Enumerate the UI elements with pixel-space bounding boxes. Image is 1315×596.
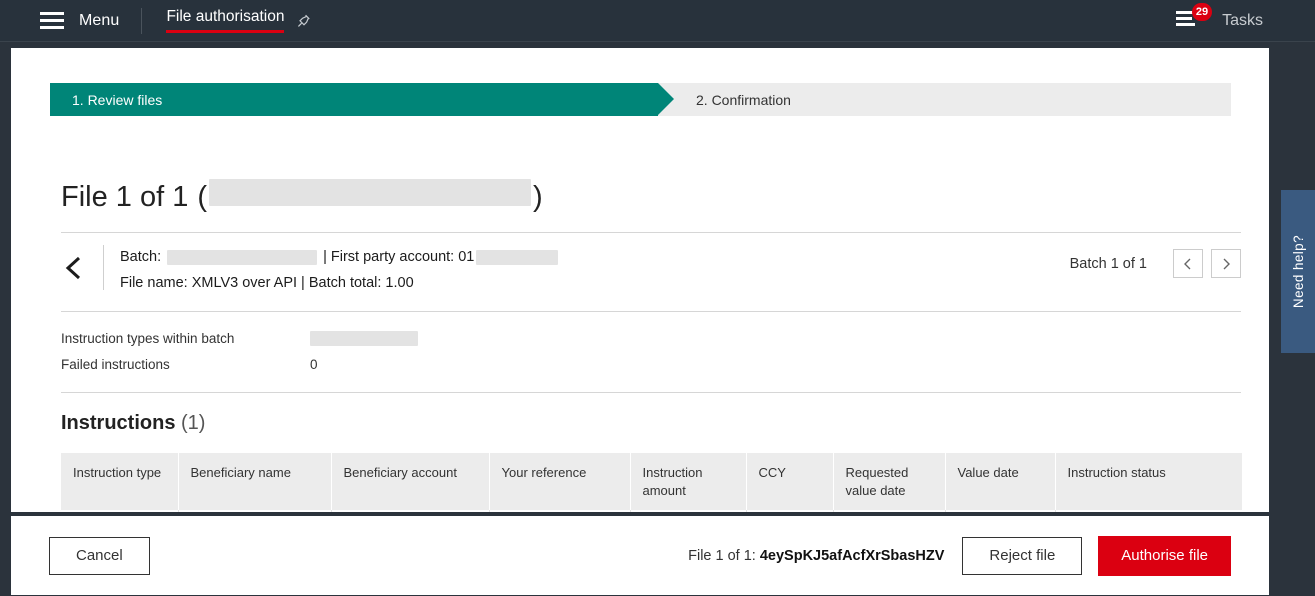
column-header-beneficiary-account[interactable]: Beneficiary account (331, 453, 490, 511)
step-confirmation: 2. Confirmation (658, 83, 1231, 116)
footer-right-group: File 1 of 1: 4eySpKJ5afAcfXrSbasHZV Reje… (688, 535, 1231, 576)
batch-info: Batch: | First party account: 01 File na… (120, 245, 559, 291)
batch-id-redacted (167, 249, 318, 265)
first-party-account-redacted (476, 249, 559, 265)
instructions-table: Instruction type Beneficiary name Benefi… (61, 453, 1242, 512)
hamburger-icon[interactable] (40, 12, 64, 29)
batch-line-primary: Batch: | First party account: 01 (120, 249, 559, 265)
page-title-text: File 1 of 1 (61, 181, 189, 213)
batch-file-info: File name: XMLV3 over API | Batch total:… (120, 275, 414, 291)
step-review-files[interactable]: 1. Review files (50, 83, 674, 116)
menu-button[interactable]: Menu (79, 12, 119, 30)
cell-instruction-status: Pending authorisation (1055, 510, 1242, 512)
cell-instruction-type: payments (61, 510, 179, 512)
divider-below-batch (61, 311, 1241, 312)
batch-divider (103, 245, 104, 290)
step-confirmation-label: 2. Confirmation (696, 91, 791, 108)
footer-action-bar: Cancel File 1 of 1: 4eySpKJ5afAcfXrSbasH… (11, 516, 1269, 595)
column-header-instruction-status[interactable]: Instruction status (1055, 453, 1242, 511)
divider-above-batch (61, 232, 1241, 233)
batch-next-button[interactable] (1211, 249, 1241, 278)
tasks-button[interactable]: 29 Tasks (1176, 2, 1263, 31)
instruction-types-label: Instruction types within batch (61, 331, 235, 346)
summary-row-instruction-types: Instruction types within batch (61, 331, 461, 349)
page-title: File 1 of 1 ( ) (61, 179, 543, 214)
column-header-beneficiary-name[interactable]: Beneficiary name (178, 453, 332, 511)
tasks-label: Tasks (1222, 11, 1263, 29)
cancel-button[interactable]: Cancel (49, 536, 150, 575)
batch-summary: Batch: | First party account: 01 File na… (59, 245, 1241, 291)
top-navigation-bar: Menu File authorisation 29 Tasks (0, 0, 1315, 42)
file-id-prefix: File 1 of 1: (688, 547, 760, 564)
table-header-row: Instruction type Beneficiary name Benefi… (61, 453, 1242, 511)
batch-pagination: Batch 1 of 1 (1070, 249, 1241, 278)
table-row[interactable]: payments PVT Vendor 2 normal 000 1.00 IN… (61, 510, 1242, 512)
column-header-ccy[interactable]: CCY (746, 453, 834, 511)
file-id-label: File 1 of 1: 4eySpKJ5afAcfXrSbasHZV (688, 548, 944, 564)
column-header-instruction-amount[interactable]: Instruction amount (630, 453, 747, 511)
failed-instructions-value: 0 (310, 357, 318, 372)
first-party-account-label: | First party account: 01 (323, 249, 475, 265)
need-help-tab[interactable]: Need help? (1281, 190, 1315, 353)
batch-label: Batch: (120, 249, 162, 265)
instructions-count: (1) (181, 412, 206, 434)
cell-ccy: INR (746, 510, 834, 512)
pin-icon[interactable] (296, 13, 312, 29)
page-title-open-paren: ( (197, 181, 208, 213)
nav-divider (141, 7, 143, 34)
authorise-file-button[interactable]: Authorise file (1098, 535, 1231, 576)
cell-instruction-amount: 1.00 (630, 510, 747, 512)
page-tab-file-authorisation[interactable]: File authorisation (166, 8, 312, 33)
instruction-types-value (310, 331, 418, 346)
chevron-left-icon[interactable] (59, 245, 89, 291)
page-title-close-paren: ) (533, 181, 543, 213)
cell-beneficiary-account: 000 (331, 510, 490, 512)
cell-beneficiary-name: PVT Vendor 2 normal (178, 510, 332, 512)
column-header-your-reference[interactable]: Your reference (489, 453, 631, 511)
summary-row-failed-instructions: Failed instructions 0 (61, 357, 461, 375)
reject-file-button[interactable]: Reject file (962, 536, 1083, 575)
chevron-right-icon (1223, 258, 1230, 269)
instructions-heading: Instructions (1) (61, 412, 205, 435)
tasks-badge: 29 (1191, 2, 1213, 21)
tasks-list-icon: 29 (1176, 2, 1213, 31)
page-tab-label: File authorisation (166, 8, 285, 33)
instruction-types-redacted (310, 331, 418, 346)
column-header-value-date[interactable]: Value date (945, 453, 1056, 511)
step-review-files-label: 1. Review files (72, 91, 163, 108)
failed-instructions-label: Failed instructions (61, 357, 170, 372)
page-title-redacted-value (209, 179, 532, 206)
cell-value-date: 14 Jun 2021 (945, 510, 1056, 512)
column-header-requested-value-date[interactable]: Requested value date (833, 453, 946, 511)
batch-count-label: Batch 1 of 1 (1069, 255, 1147, 272)
need-help-label: Need help? (1290, 234, 1306, 309)
chevron-left-icon (1184, 258, 1191, 269)
column-header-instruction-type[interactable]: Instruction type (61, 453, 179, 511)
progress-stepper: 1. Review files 2. Confirmation (50, 83, 1231, 116)
cell-your-reference (489, 510, 631, 512)
file-id-value: 4eySpKJ5afAcfXrSbasHZV (759, 547, 945, 564)
main-content-panel: 1. Review files 2. Confirmation File 1 o… (11, 48, 1269, 512)
cell-requested-value-date: 14 Jun 2021 (833, 510, 946, 512)
instructions-title: Instructions (61, 412, 176, 434)
divider-above-instructions (61, 392, 1241, 393)
batch-prev-button[interactable] (1173, 249, 1203, 278)
